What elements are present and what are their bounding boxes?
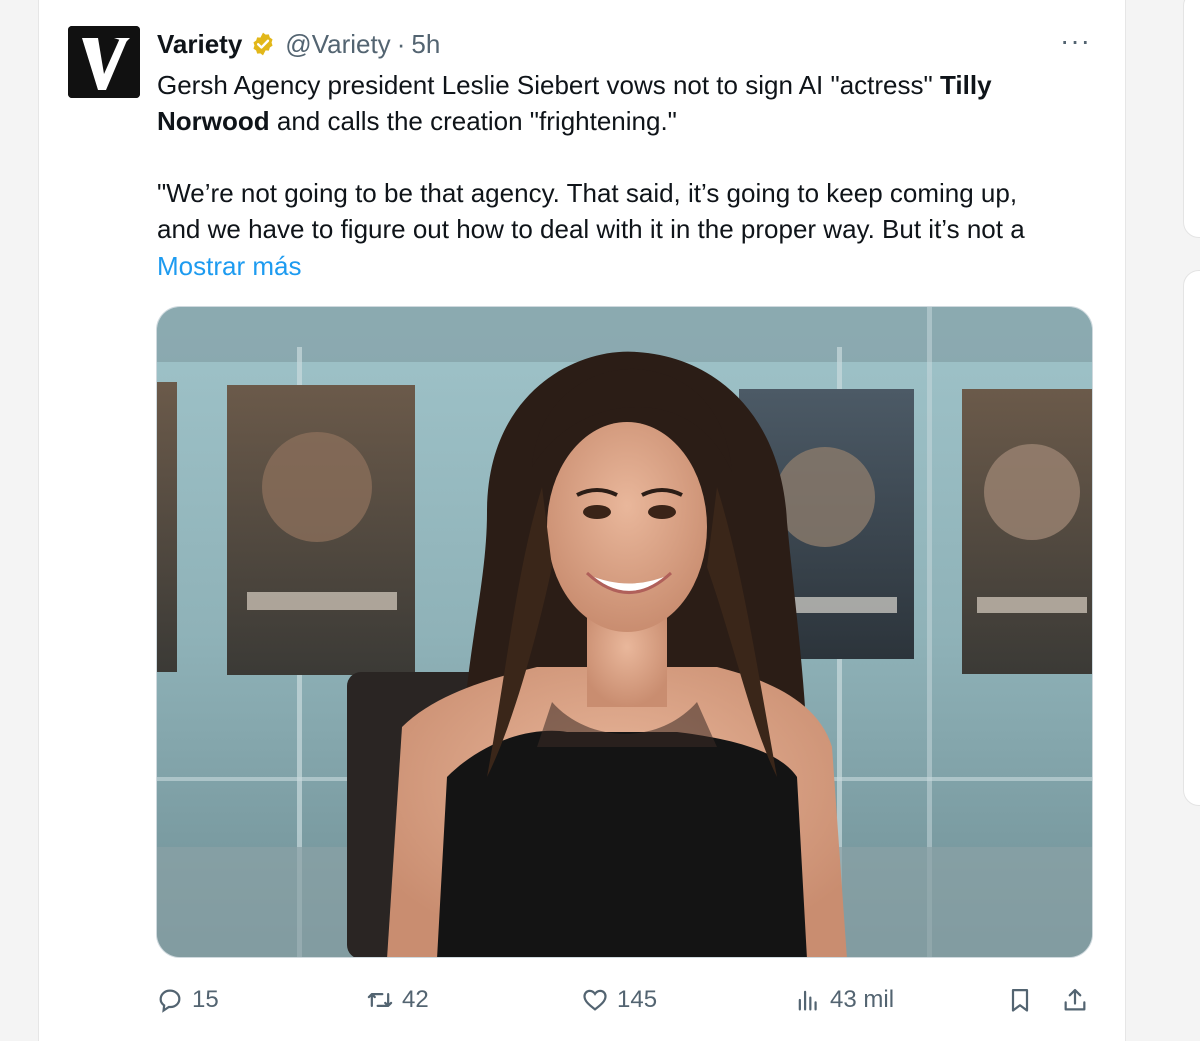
views-count: 43 mil [830,986,895,1013]
tweet-media-image[interactable] [156,306,1093,958]
variety-logo-icon [68,26,140,98]
views-icon [798,990,817,1011]
more-options-button[interactable]: ··· [1060,27,1091,55]
retweet-icon [367,993,393,1007]
heart-icon [583,989,607,1011]
tweet-text-line-4: and we have to figure out how to deal wi… [157,214,1025,244]
tweet-text-segment: and calls the creation "frightening." [269,106,677,136]
retweet-count: 42 [402,986,429,1013]
tweet-action-bar: 15 42 145 43 mil [156,980,1096,1020]
tweet-text-bold: Tilly [939,70,992,100]
like-count: 145 [617,986,658,1013]
verified-badge-icon [253,32,273,56]
tweet-time[interactable]: 5h [411,29,440,60]
tweet-text-segment: Gersh Agency president Leslie Siebert vo… [157,70,940,100]
tweet-header: Variety @Variety · 5h [157,27,440,61]
tweet-text-line-2: Norwood and calls the creation "frighten… [157,103,1097,139]
like-button[interactable]: 145 [581,980,657,1020]
sidebar-card-top [1183,0,1200,238]
show-more-link[interactable]: Mostrar más [157,248,301,284]
retweet-button[interactable]: 42 [366,980,429,1020]
author-avatar[interactable] [68,26,140,98]
reply-button[interactable]: 15 [156,980,219,1020]
reply-count: 15 [192,986,219,1013]
sidebar-card-middle [1183,270,1200,806]
separator-dot: · [396,28,406,59]
views-button[interactable]: 43 mil [794,980,894,1020]
reply-icon [159,989,181,1013]
author-name[interactable]: Variety [157,29,242,60]
tweet-text-bold: Norwood [157,106,270,136]
share-icon [1064,988,1086,1011]
bookmark-icon [1011,988,1029,1012]
author-handle[interactable]: @Variety [285,29,390,60]
portrait-photo [157,307,1092,957]
share-button[interactable] [1061,980,1089,1020]
tweet-text-line-1: Gersh Agency president Leslie Siebert vo… [157,67,1097,103]
bookmark-button[interactable] [1006,980,1034,1020]
tweet-text-line-3: "We’re not going to be that agency. That… [157,178,1018,208]
